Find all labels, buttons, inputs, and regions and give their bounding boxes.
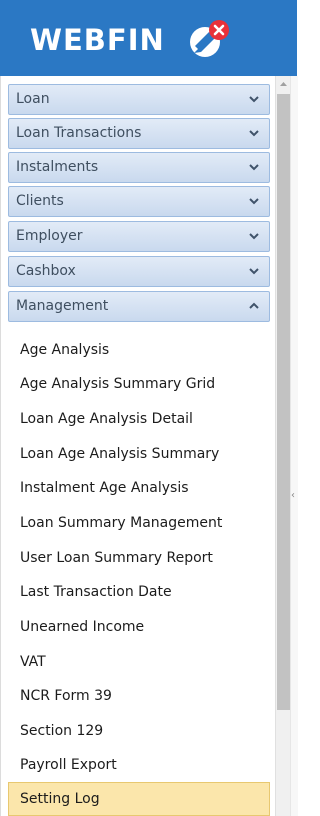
menu-item-section-129[interactable]: Section 129 (8, 714, 270, 748)
menu-item-ncr-form-39[interactable]: NCR Form 39 (8, 679, 270, 713)
section-label: Clients (16, 193, 64, 209)
collapse-arrow-icon[interactable]: ‹ (291, 490, 295, 501)
section-label: Loan (16, 91, 50, 107)
menu-item-age-analysis[interactable]: Age Analysis (8, 333, 270, 367)
menu-item-payroll-export[interactable]: Payroll Export (8, 748, 270, 782)
section-label: Instalments (16, 159, 99, 175)
menu-item-last-transaction-date[interactable]: Last Transaction Date (8, 575, 270, 609)
section-label: Cashbox (16, 263, 76, 279)
menu-item-unearned-income[interactable]: Unearned Income (8, 610, 270, 644)
app-header: WEBFIN (0, 0, 297, 76)
menu-section-loan-transactions[interactable]: Loan Transactions (8, 118, 270, 149)
menu-section-clients[interactable]: Clients (8, 186, 270, 217)
brand-name: WEBFIN (30, 23, 165, 57)
menu-item-user-loan-summary-report[interactable]: User Loan Summary Report (8, 541, 270, 575)
arrow-up-icon[interactable] (276, 76, 291, 93)
menu-scrollbar[interactable] (275, 76, 291, 816)
menu-section-management[interactable]: Management (8, 291, 270, 322)
menu-item-loan-summary-management[interactable]: Loan Summary Management (8, 506, 270, 540)
section-label: Management (16, 298, 109, 314)
splitter-panel[interactable] (290, 76, 298, 816)
menu-section-loan[interactable]: Loan (8, 84, 270, 115)
menu-section-cashbox[interactable]: Cashbox (8, 256, 270, 287)
scrollbar-thumb[interactable] (277, 94, 290, 710)
chevron-down-icon (249, 130, 259, 137)
chevron-down-icon (249, 96, 259, 103)
chevron-down-icon (249, 164, 259, 171)
chevron-up-icon (249, 302, 259, 309)
chevron-down-icon (249, 198, 259, 205)
section-label: Loan Transactions (16, 125, 142, 141)
menu-item-instalment-age-analysis[interactable]: Instalment Age Analysis (8, 471, 270, 505)
chevron-down-icon (249, 233, 259, 240)
menu-item-loan-age-analysis-detail[interactable]: Loan Age Analysis Detail (8, 402, 270, 436)
menu-item-loan-age-analysis-summary[interactable]: Loan Age Analysis Summary (8, 437, 270, 471)
menu-item-setting-log[interactable]: Setting Log (8, 782, 270, 816)
rocket-cross-icon (190, 20, 229, 57)
menu-section-employer[interactable]: Employer (8, 221, 270, 252)
section-label: Employer (16, 228, 83, 244)
sidebar-menu: Loan Loan Transactions Instalments Clien… (0, 76, 276, 816)
chevron-down-icon (249, 268, 259, 275)
menu-section-instalments[interactable]: Instalments (8, 152, 270, 183)
menu-item-vat[interactable]: VAT (8, 645, 270, 679)
menu-item-age-analysis-summary-grid[interactable]: Age Analysis Summary Grid (8, 367, 270, 401)
